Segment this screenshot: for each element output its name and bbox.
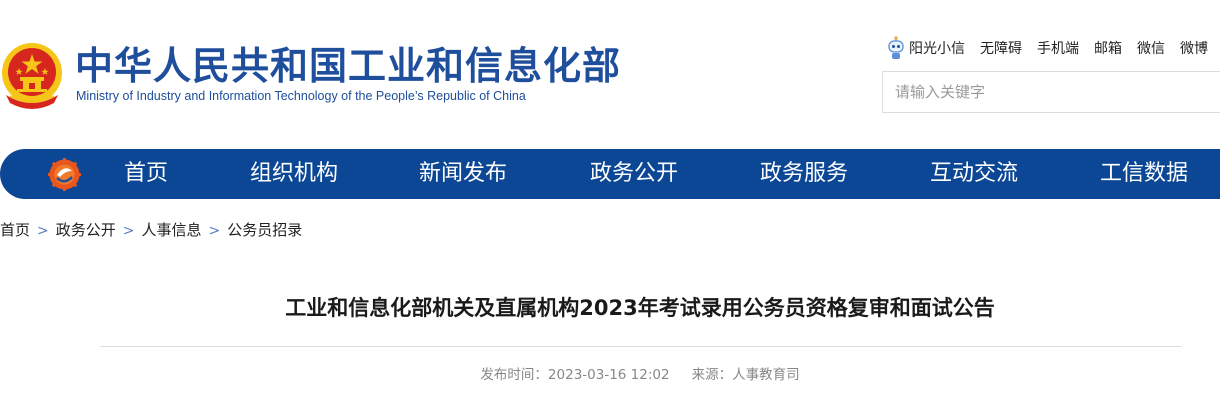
- site-title-cn[interactable]: 中华人民共和国工业和信息化部: [75, 44, 621, 88]
- robot-icon: [888, 36, 904, 59]
- nav-item-interaction[interactable]: 互动交流: [930, 149, 1018, 199]
- nav-item-home[interactable]: 首页: [124, 149, 168, 199]
- top-link-wechat[interactable]: 微信: [1137, 38, 1165, 58]
- source-value: 人事教育司: [732, 367, 800, 383]
- article-meta: 发布时间：2023-03-16 12:02 来源：人事教育司: [100, 365, 1180, 385]
- nav-item-news[interactable]: 新闻发布: [419, 149, 507, 199]
- top-link-mail[interactable]: 邮箱: [1094, 38, 1122, 58]
- nav-item-data[interactable]: 工信数据: [1100, 149, 1188, 199]
- search-box: [882, 71, 1220, 113]
- nav-item-organization[interactable]: 组织机构: [250, 149, 338, 199]
- top-link-mobile[interactable]: 手机端: [1037, 38, 1079, 58]
- miit-logo-icon[interactable]: [48, 158, 81, 191]
- breadcrumb-separator: >: [37, 223, 49, 239]
- top-link-sunshine[interactable]: 阳光小信: [887, 36, 965, 60]
- top-link-weibo[interactable]: 微博: [1180, 38, 1208, 58]
- page: 中华人民共和国工业和信息化部 Ministry of Industry and …: [0, 0, 1220, 400]
- top-link-accessibility[interactable]: 无障碍: [980, 38, 1022, 58]
- main-nav: 首页 组织机构 新闻发布 政务公开 政务服务 互动交流 工信数据: [0, 149, 1220, 199]
- breadcrumb-item-personnel[interactable]: 人事信息: [142, 221, 202, 239]
- top-link-label: 阳光小信: [909, 41, 965, 57]
- national-emblem-icon: [2, 43, 62, 109]
- breadcrumb-item-government-affairs[interactable]: 政务公开: [56, 221, 116, 239]
- article-title: 工业和信息化部机关及直属机构2023年考试录用公务员资格复审和面试公告: [285, 296, 995, 320]
- nav-item-services[interactable]: 政务服务: [760, 149, 848, 199]
- title-divider: [100, 346, 1181, 347]
- top-links: 阳光小信 无障碍 手机端 邮箱 微信 微博: [887, 36, 1208, 60]
- source-label: 来源：: [691, 367, 733, 383]
- nav-item-government-affairs[interactable]: 政务公开: [590, 149, 678, 199]
- breadcrumb-item-recruitment[interactable]: 公务员招录: [227, 221, 302, 239]
- site-title-en[interactable]: Ministry of Industry and Information Tec…: [76, 88, 526, 104]
- breadcrumb-item-home[interactable]: 首页: [0, 221, 30, 239]
- search-input[interactable]: [883, 72, 1195, 112]
- breadcrumb: 首页 > 政务公开 > 人事信息 > 公务员招录: [0, 219, 302, 242]
- publish-label: 发布时间：: [480, 367, 548, 383]
- breadcrumb-separator: >: [208, 223, 221, 239]
- publish-time: 2023-03-16 12:02: [547, 367, 670, 383]
- breadcrumb-separator: >: [122, 223, 135, 239]
